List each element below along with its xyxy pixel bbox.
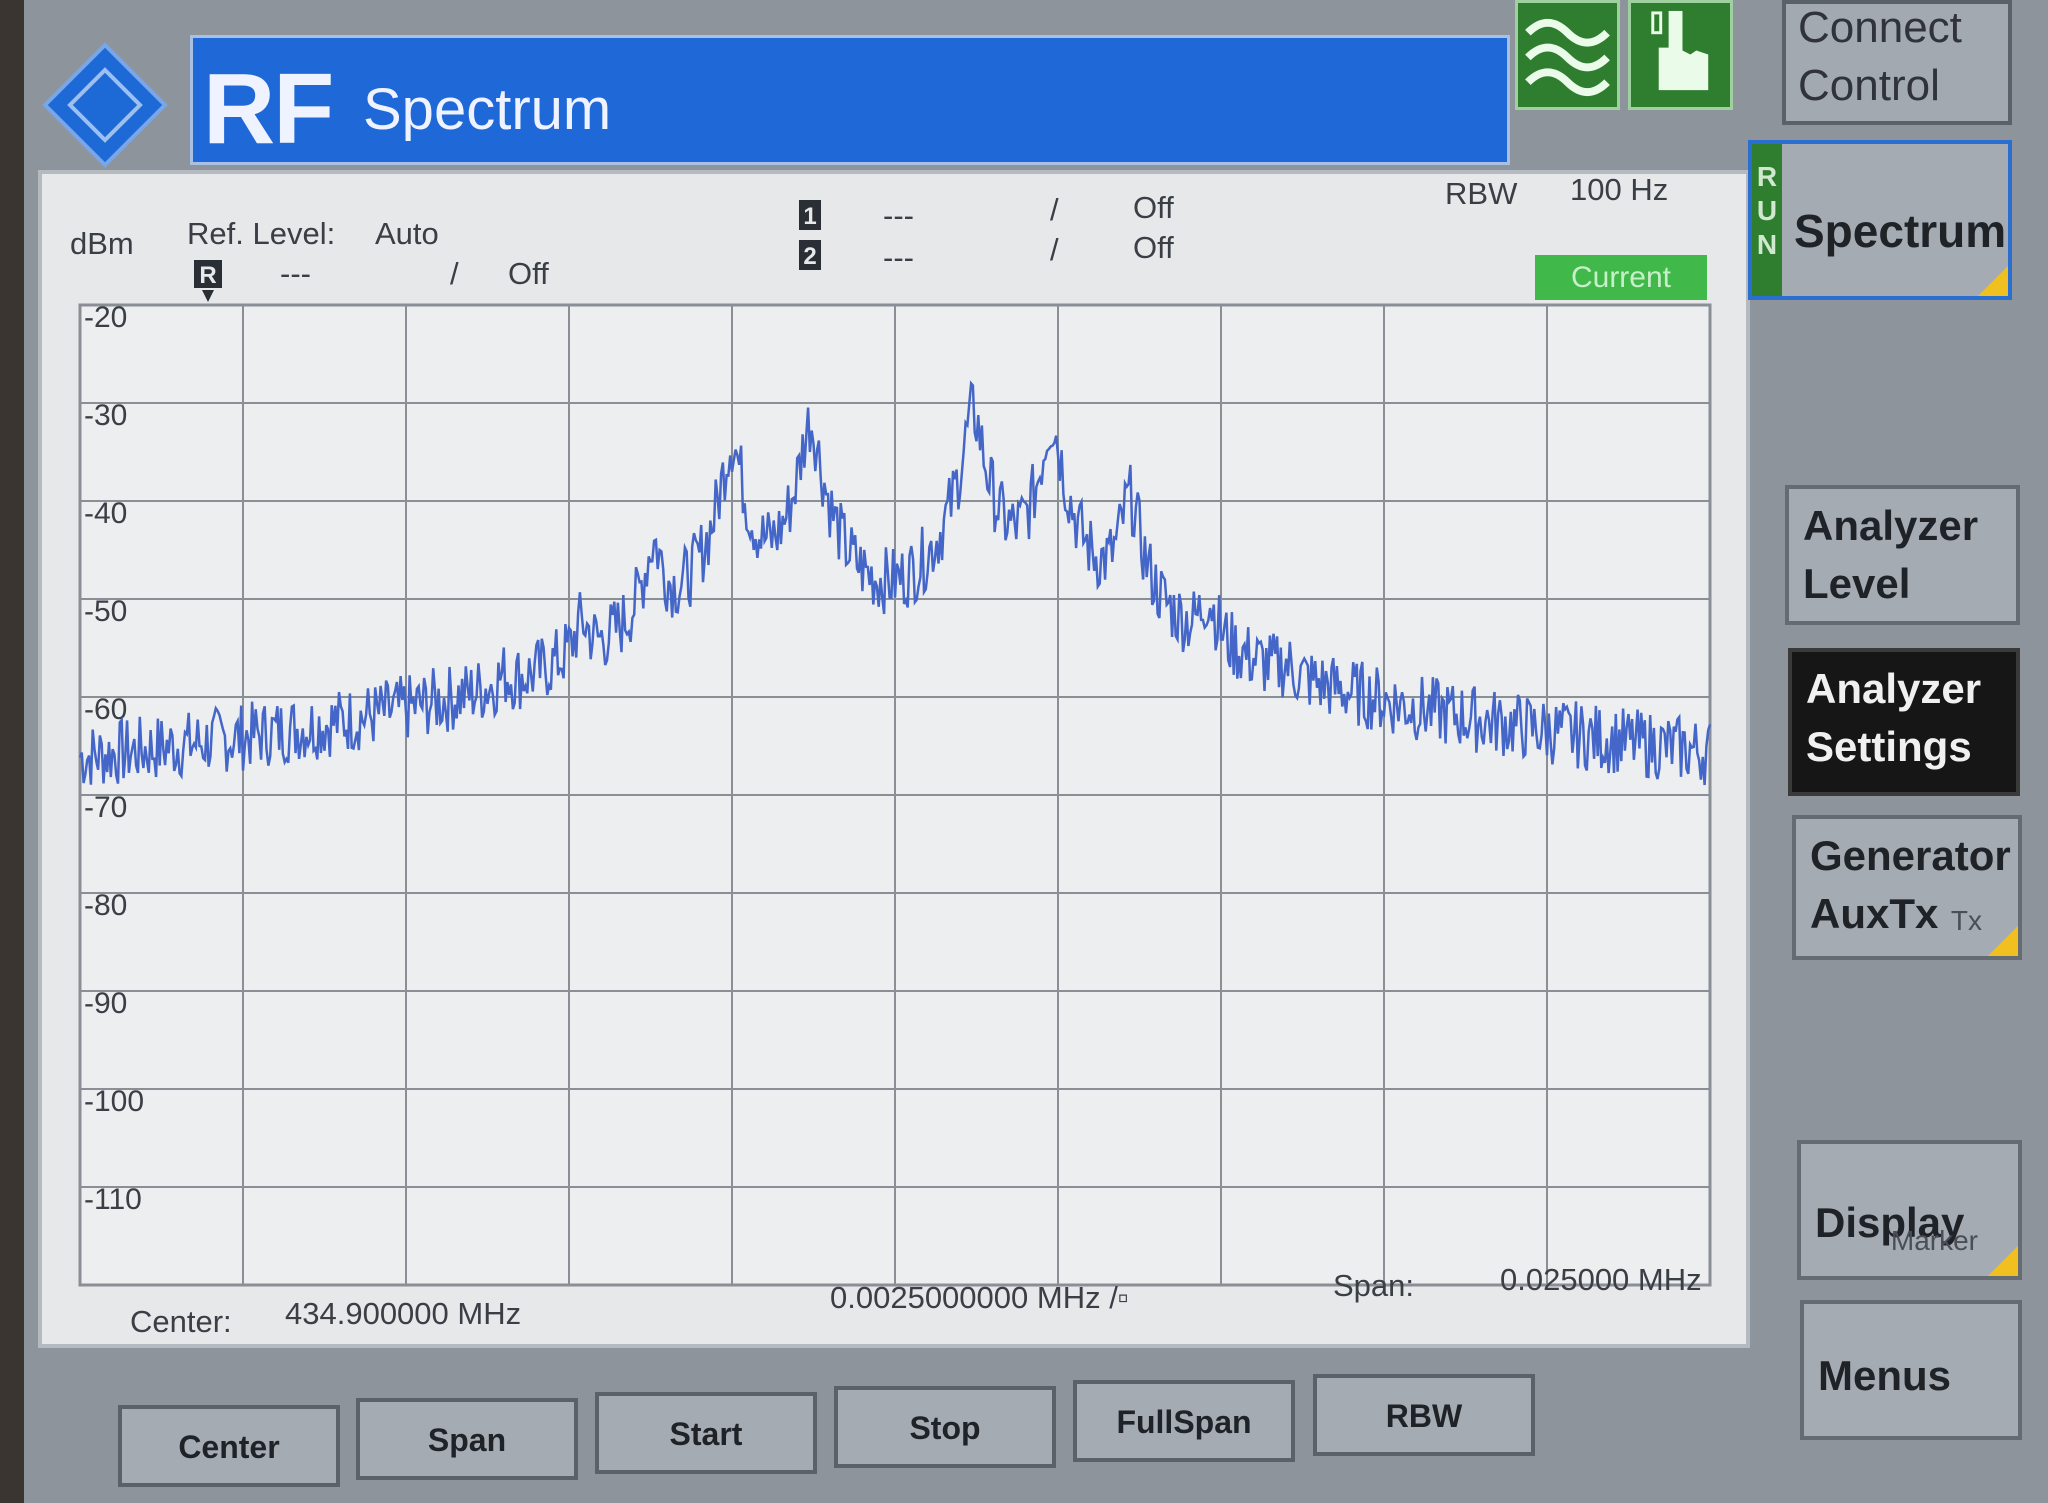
analyzer-level-line1: Analyzer xyxy=(1803,502,1979,549)
display-button[interactable]: Display Marker xyxy=(1797,1140,2022,1280)
unit-label: dBm xyxy=(70,226,134,261)
y-tick-label: -70 xyxy=(84,791,127,824)
current-badge: Current xyxy=(1535,255,1707,300)
connect-control-button[interactable]: Connect Control xyxy=(1782,0,2012,125)
menus-button[interactable]: Menus xyxy=(1800,1300,2022,1440)
y-tick-label: -110 xyxy=(84,1183,142,1216)
generator-line1: Generator xyxy=(1810,832,2011,879)
wave-icon[interactable] xyxy=(1515,0,1620,110)
span-label: Span: xyxy=(1333,1268,1415,1303)
y-tick-label: -100 xyxy=(84,1085,144,1118)
rbw-value: 100 Hz xyxy=(1570,172,1669,207)
corner-indicator-icon xyxy=(1988,1246,2018,1276)
ref-marker-icon: R xyxy=(194,260,222,302)
generator-line2: AuxTx xyxy=(1810,890,1939,937)
ref-marker-sep: / xyxy=(450,256,459,291)
display-sub: Marker xyxy=(1890,1225,1978,1256)
svg-text:2: 2 xyxy=(803,243,816,270)
corner-indicator-icon xyxy=(1978,266,2008,296)
analyzer-settings-line1: Analyzer xyxy=(1806,665,1982,712)
title-mode: Spectrum xyxy=(363,77,612,142)
ref-marker-value: --- xyxy=(280,256,311,291)
y-tick-label: -50 xyxy=(84,595,127,628)
y-tick-label: -90 xyxy=(84,987,127,1020)
generator-sub: Tx xyxy=(1950,905,1982,936)
center-value: 434.900000 MHz xyxy=(285,1296,522,1331)
run-label: Spectrum xyxy=(1794,205,2007,257)
spectrum-plot: -20-30-40-50-60-70-80-90-100-110 xyxy=(78,301,1712,1287)
span-value: 0.025000 MHz xyxy=(1500,1262,1702,1297)
svg-text:1: 1 xyxy=(803,203,816,230)
run-indicator: R U N xyxy=(1752,144,1782,296)
start-button[interactable]: Start xyxy=(595,1392,817,1474)
y-tick-label: -30 xyxy=(84,399,127,432)
marker2-sep: / xyxy=(1050,232,1059,267)
marker1-sep: / xyxy=(1050,192,1059,227)
connect-control-line2: Control xyxy=(1798,61,1940,110)
y-tick-label: -20 xyxy=(84,301,127,334)
y-tick-label: -80 xyxy=(84,889,127,922)
div-value: 0.0025000000 MHz /▫ xyxy=(830,1280,1129,1315)
center-button[interactable]: Center xyxy=(118,1405,340,1487)
touch-hand-icon[interactable] xyxy=(1628,0,1733,110)
svg-text:R: R xyxy=(199,262,216,289)
menus-label: Menus xyxy=(1818,1352,1952,1399)
center-label: Center: xyxy=(130,1304,232,1339)
analyzer-level-button[interactable]: Analyzer Level xyxy=(1785,485,2020,625)
fullspan-button[interactable]: FullSpan xyxy=(1073,1380,1295,1462)
rbw-button[interactable]: RBW xyxy=(1313,1374,1535,1456)
title-bar: RF Spectrum xyxy=(190,35,1510,165)
span-button[interactable]: Span xyxy=(356,1398,578,1480)
marker-numbers-icon: 1 2 xyxy=(799,200,821,270)
ref-level-value: Auto xyxy=(375,216,439,251)
ref-marker-state: Off xyxy=(508,256,549,291)
run-spectrum-button[interactable]: R U N Spectrum xyxy=(1748,140,2012,300)
corner-indicator-icon xyxy=(1988,926,2018,956)
marker2-state: Off xyxy=(1133,230,1174,265)
y-tick-label: -40 xyxy=(84,497,127,530)
title-rf: RF xyxy=(203,53,334,165)
device-bezel xyxy=(0,0,24,1503)
analyzer-level-line2: Level xyxy=(1803,560,1911,607)
generator-auxtx-button[interactable]: Generator AuxTx Tx xyxy=(1792,815,2022,960)
rbw-label: RBW xyxy=(1445,176,1518,211)
connect-control-line1: Connect xyxy=(1798,3,1962,52)
brand-logo xyxy=(42,42,168,168)
ref-level-label: Ref. Level: xyxy=(187,216,336,251)
marker1-state: Off xyxy=(1133,190,1174,225)
marker2-value: --- xyxy=(883,240,914,275)
analyzer-settings-line2: Settings xyxy=(1806,723,1972,770)
marker1-value: --- xyxy=(883,198,914,233)
analyzer-settings-button[interactable]: Analyzer Settings xyxy=(1788,648,2020,796)
stop-button[interactable]: Stop xyxy=(834,1386,1056,1468)
